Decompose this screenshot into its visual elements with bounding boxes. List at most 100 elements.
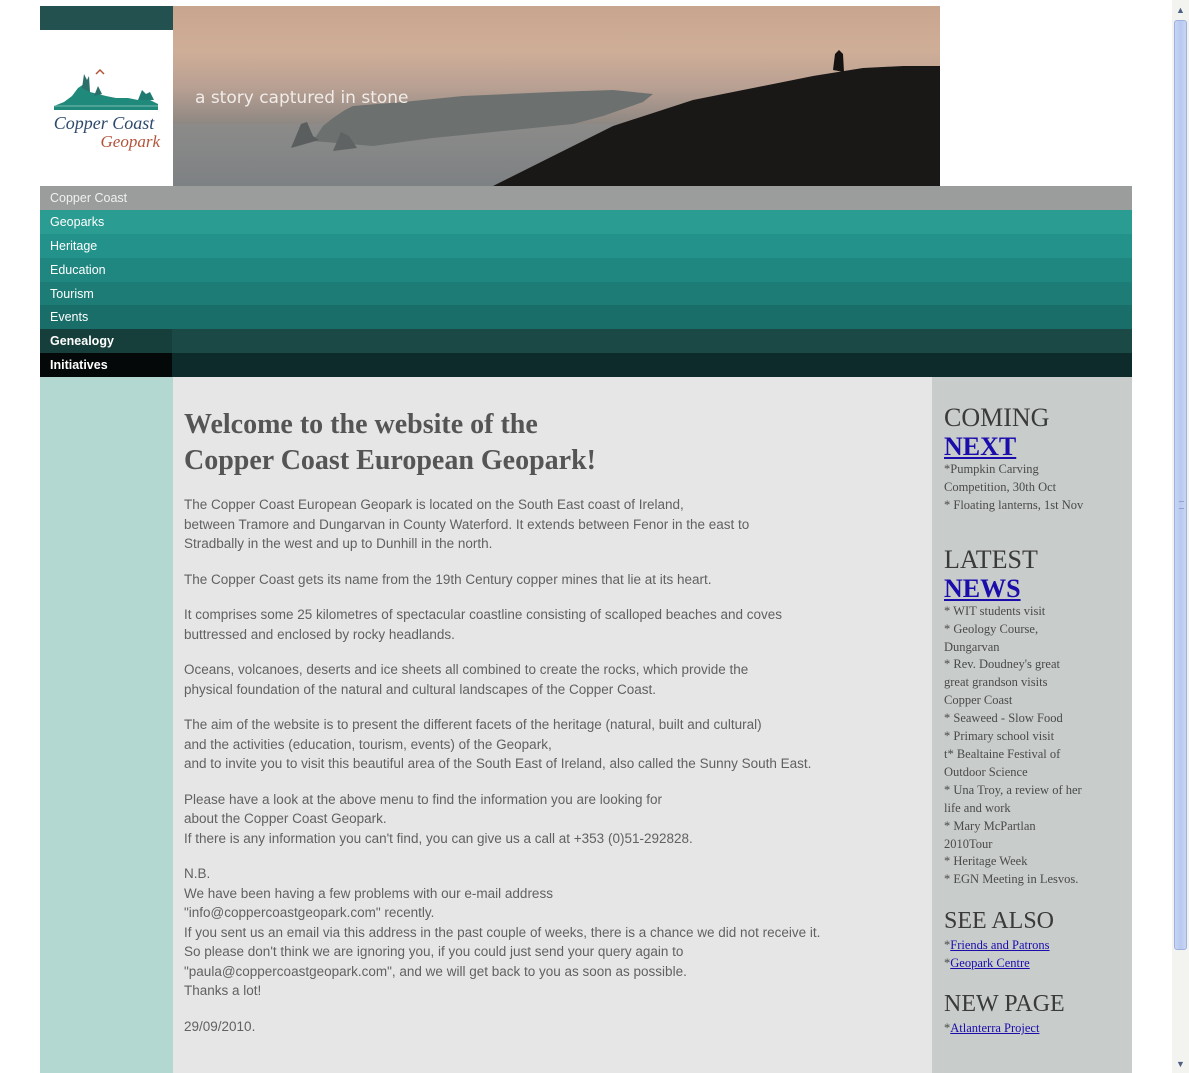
nav-row-copper-coast[interactable]: Copper Coast — [40, 186, 1132, 210]
list-item: * WIT students visit — [944, 603, 1046, 618]
vertical-scrollbar[interactable]: ▲ ▼ — [1172, 0, 1189, 1073]
text-line: Oceans, volcanoes, deserts and ice sheet… — [184, 662, 749, 677]
text-line: The Copper Coast European Geopark is loc… — [184, 497, 684, 512]
name-paragraph: The Copper Coast gets its name from the … — [184, 570, 922, 590]
text-line: and the activities (education, tourism, … — [184, 736, 552, 752]
site-header: Copper Coast Geopark a story captured in… — [40, 6, 940, 186]
nav-row-genealogy[interactable]: Genealogy — [40, 329, 1132, 354]
list-item: Competition, 30th Oct — [944, 479, 1057, 494]
nav-item-tourism[interactable]: Tourism — [40, 281, 172, 306]
left-column — [40, 377, 173, 1073]
friends-and-patrons-link[interactable]: Friends and Patrons — [950, 938, 1049, 952]
see-also-item: *Friends and Patrons — [944, 936, 1124, 954]
latest-heading: LATEST — [944, 544, 1038, 574]
email-notice-paragraph: N.B. We have been having a few problems … — [184, 864, 922, 1001]
list-item: * Mary McPartlan — [944, 818, 1036, 833]
list-item: Dungarvan — [944, 639, 1000, 654]
nav-fill — [172, 257, 1132, 282]
text-line: Stradbally in the west and up to Dunhill… — [184, 536, 493, 551]
scroll-up-arrow-icon[interactable]: ▲ — [1173, 2, 1188, 18]
main-content: Welcome to the website of the Copper Coa… — [173, 377, 932, 1073]
aim-paragraph: The aim of the website is to present the… — [184, 715, 922, 774]
banner-tagline: a story captured in stone — [195, 88, 409, 108]
nav-row-initiatives[interactable]: Initiatives — [40, 353, 1132, 378]
news-list: * WIT students visit * Geology Course, D… — [944, 603, 1124, 890]
nav-fill — [172, 329, 1132, 354]
nav-fill — [172, 186, 1132, 210]
text-line: Please have a look at the above menu to … — [184, 791, 663, 807]
nav-fill — [172, 305, 1132, 330]
text-line: The Copper Coast gets its name from the … — [184, 571, 712, 587]
logo-subtitle: Geopark — [100, 132, 160, 151]
coastline-paragraph: It comprises some 25 kilometres of spect… — [184, 605, 922, 644]
list-item: * Seaweed - Slow Food — [944, 711, 1063, 726]
list-item: great grandson visits — [944, 675, 1048, 690]
text-line: buttressed and enclosed by rocky headlan… — [184, 626, 455, 642]
news-link[interactable]: NEWS — [944, 574, 1124, 603]
page-title-line: Copper Coast European Geopark! — [184, 445, 597, 476]
list-item: * Rev. Doudney's great — [944, 657, 1060, 672]
contact-paragraph: Please have a look at the above menu to … — [184, 790, 922, 849]
coastline-logo-icon — [54, 68, 158, 110]
nav-row-tourism[interactable]: Tourism — [40, 281, 1132, 306]
text-line: about the Copper Coast Geopark. — [184, 811, 387, 826]
text-line: So please don't think we are ignoring yo… — [184, 944, 684, 959]
next-link[interactable]: NEXT — [944, 432, 1124, 461]
list-item: t* Bealtaine Festival of — [944, 746, 1061, 761]
text-line: between Tramore and Dungarvan in County … — [184, 516, 750, 532]
nav-fill — [172, 209, 1132, 234]
nav-item-education[interactable]: Education — [40, 257, 172, 282]
nav-item-genealogy[interactable]: Genealogy — [40, 329, 172, 354]
update-date: 29/09/2010. — [184, 1018, 256, 1034]
logo-top-strip — [40, 6, 173, 30]
scroll-thumb[interactable] — [1174, 20, 1187, 950]
list-item: * EGN Meeting in Lesvos. — [944, 872, 1079, 887]
nav-item-events[interactable]: Events — [40, 305, 172, 330]
nav-row-education[interactable]: Education — [40, 257, 1132, 282]
coming-list: *Pumpkin Carving Competition, 30th Oct *… — [944, 461, 1124, 515]
text-line: "paula@coppercoastgeopark.com", and we w… — [184, 963, 687, 979]
list-item: Outdoor Science — [944, 764, 1028, 779]
geopark-centre-link[interactable]: Geopark Centre — [950, 956, 1029, 970]
list-item: *Pumpkin Carving — [944, 462, 1039, 476]
logo-title: Copper Coast — [53, 113, 155, 133]
list-item: Copper Coast — [944, 693, 1013, 708]
list-item: * Una Troy, a review of her — [944, 782, 1082, 797]
list-item: life and work — [944, 800, 1011, 815]
nav-row-heritage[interactable]: Heritage — [40, 233, 1132, 258]
nav-item-initiatives[interactable]: Initiatives — [40, 353, 172, 378]
nav-fill — [172, 353, 1132, 378]
nav-item-heritage[interactable]: Heritage — [40, 233, 172, 258]
scroll-down-arrow-icon[interactable]: ▼ — [1173, 1056, 1188, 1072]
header-banner: a story captured in stone — [173, 6, 940, 186]
text-line: It comprises some 25 kilometres of spect… — [184, 607, 783, 622]
geology-paragraph: Oceans, volcanoes, deserts and ice sheet… — [184, 660, 922, 699]
see-also-item: *Geopark Centre — [944, 954, 1124, 972]
text-line: Thanks a lot! — [184, 983, 262, 998]
text-line: If there is any information you can't fi… — [184, 830, 693, 846]
new-page-heading: NEW PAGE — [944, 991, 1065, 1018]
list-item: * Geology Course, — [944, 621, 1039, 636]
page-title: Welcome to the website of the Copper Coa… — [184, 407, 922, 479]
text-line: "info@coppercoastgeopark.com" recently. — [184, 905, 435, 920]
text-line: If you sent us an email via this address… — [184, 924, 821, 940]
atlanterra-project-link[interactable]: Atlanterra Project — [950, 1021, 1039, 1035]
text-line: physical foundation of the natural and c… — [184, 681, 657, 697]
intro-paragraph: The Copper Coast European Geopark is loc… — [184, 495, 922, 554]
nav-fill — [172, 281, 1132, 306]
right-sidebar: COMING NEXT *Pumpkin Carving Competition… — [932, 377, 1132, 1073]
list-item: * Heritage Week — [944, 854, 1028, 869]
text-line: We have been having a few problems with … — [184, 885, 553, 901]
nav-row-events[interactable]: Events — [40, 305, 1132, 330]
text-line: and to invite you to visit this beautifu… — [184, 756, 812, 771]
text-line: N.B. — [184, 866, 211, 881]
grip-icon — [1179, 501, 1184, 509]
logo[interactable]: Copper Coast Geopark — [40, 6, 173, 186]
new-page-item: *Atlanterra Project — [944, 1019, 1124, 1037]
see-also-heading: SEE ALSO — [944, 908, 1055, 935]
text-line: The aim of the website is to present the… — [184, 717, 762, 732]
nav-row-geoparks[interactable]: Geoparks — [40, 209, 1132, 234]
nav-item-copper-coast[interactable]: Copper Coast — [40, 186, 172, 210]
page-title-line: Welcome to the website of the — [184, 409, 538, 440]
nav-item-geoparks[interactable]: Geoparks — [40, 209, 172, 234]
